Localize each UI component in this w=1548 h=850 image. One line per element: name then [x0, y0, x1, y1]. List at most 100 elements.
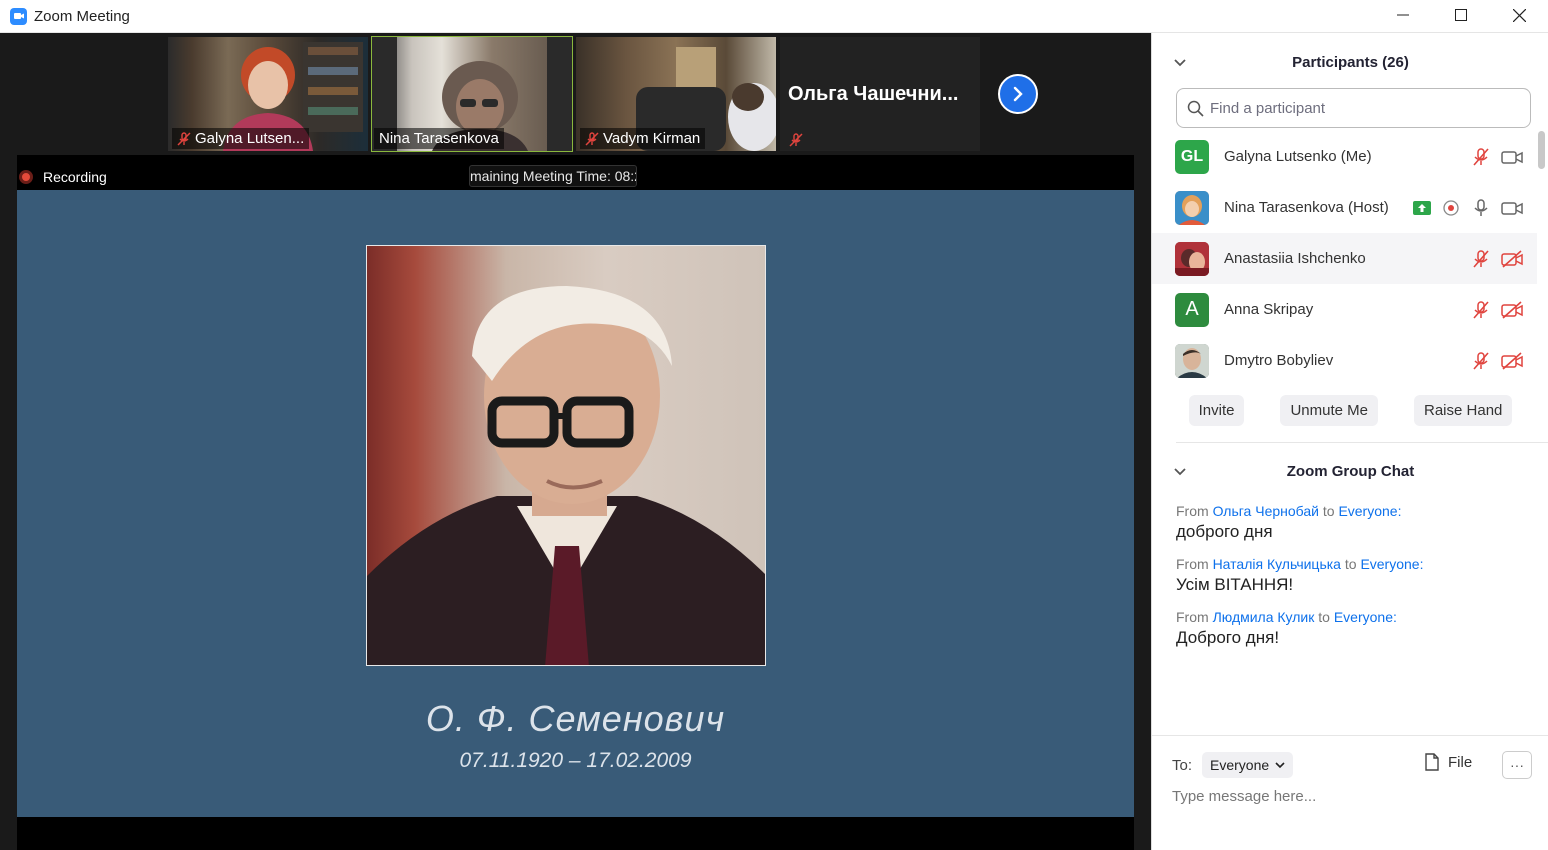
window-title: Zoom Meeting: [34, 7, 130, 25]
chat-title: Zoom Group Chat: [1286, 462, 1415, 480]
participants-header: Participants (26): [1152, 49, 1548, 75]
raise-hand-button[interactable]: Raise Hand: [1414, 395, 1513, 426]
remaining-time-label: maining Meeting Time: 08:23: [469, 165, 637, 187]
minimize-icon[interactable]: [1374, 0, 1432, 30]
mic-muted-icon: [585, 131, 599, 146]
unmute-me-button[interactable]: Unmute Me: [1280, 395, 1378, 426]
to-word: to: [1344, 556, 1357, 572]
avatar: A: [1175, 292, 1209, 327]
chat-input-divider: [1152, 735, 1548, 736]
thumbnail-name: Galyna Lutsen...: [195, 130, 305, 147]
mic-on-icon[interactable]: [1471, 198, 1491, 218]
recording-indicator[interactable]: Recording: [17, 169, 107, 185]
mic-muted-icon[interactable]: [1471, 351, 1491, 371]
chat-messages: From Ольга Чернобай to Everyone: доброго…: [1176, 503, 1536, 662]
chat-header: Zoom Group Chat: [1152, 458, 1548, 484]
message-meta: From Наталія Кульчицька to Everyone:: [1176, 556, 1536, 572]
video-thumbnail-no-video[interactable]: Ольга Чашечни...: [780, 37, 980, 151]
participant-name: Dmytro Bobyliev: [1224, 352, 1334, 369]
search-icon: [1187, 100, 1204, 117]
participants-title: Participants (26): [1292, 53, 1409, 71]
participant-list: GL Galyna Lutsenko (Me) Nina Tarasenkova…: [1152, 131, 1537, 386]
video-on-icon[interactable]: [1501, 147, 1523, 167]
video-off-icon[interactable]: [1501, 300, 1523, 320]
chat-message-input[interactable]: [1172, 788, 1532, 805]
chat-message: From Людмила Кулик to Everyone: Доброго …: [1176, 609, 1536, 648]
chevron-down-icon: [1275, 762, 1285, 769]
video-thumbnail[interactable]: Galyna Lutsen...: [168, 37, 368, 151]
mic-muted-icon[interactable]: [1471, 300, 1491, 320]
chat-message: From Наталія Кульчицька to Everyone: Усі…: [1176, 556, 1536, 595]
sender-link[interactable]: Людмила Кулик: [1213, 609, 1315, 625]
slide-title: О. Ф. Семенович: [425, 698, 726, 739]
avatar: [1175, 241, 1209, 276]
avatar: [1175, 343, 1209, 378]
from-word: From: [1176, 503, 1209, 519]
recording-icon: [1443, 199, 1459, 216]
mic-muted-icon[interactable]: [1471, 147, 1491, 167]
sender-link[interactable]: Наталія Кульчицька: [1213, 556, 1341, 572]
participant-row[interactable]: GL Galyna Lutsenko (Me): [1152, 131, 1537, 182]
recipient-select[interactable]: Everyone: [1202, 752, 1294, 778]
maximize-icon[interactable]: [1432, 0, 1490, 30]
participant-name-tag: Vadym Kirman: [580, 128, 706, 149]
recipient-link[interactable]: Everyone:: [1338, 503, 1401, 519]
participant-row[interactable]: A Anna Skripay: [1152, 284, 1537, 335]
file-icon: [1425, 753, 1439, 771]
video-off-icon[interactable]: [1501, 351, 1523, 371]
screen-share-area: Recording maining Meeting Time: 08:23 О.…: [17, 155, 1134, 850]
participant-row[interactable]: Nina Tarasenkova (Host): [1152, 182, 1537, 233]
recipient-link[interactable]: Everyone:: [1360, 556, 1423, 572]
message-text: Доброго дня!: [1176, 628, 1280, 647]
zoom-app-icon: [10, 7, 27, 25]
avatar: GL: [1175, 139, 1209, 174]
close-icon[interactable]: [1490, 0, 1548, 30]
participant-row[interactable]: Anastasiia Ishchenko: [1152, 233, 1537, 284]
invite-button[interactable]: Invite: [1188, 395, 1245, 426]
participant-name: Galyna Lutsenko (Me): [1224, 148, 1372, 165]
section-divider: [1176, 442, 1548, 443]
video-on-icon[interactable]: [1501, 198, 1523, 218]
collapse-chat-chevron-icon[interactable]: [1172, 463, 1188, 479]
from-word: From: [1176, 556, 1209, 572]
next-page-arrow-icon[interactable]: [998, 74, 1038, 114]
message-meta: From Ольга Чернобай to Everyone:: [1176, 503, 1536, 519]
video-thumbnail-active[interactable]: Nina Tarasenkova: [371, 36, 573, 152]
participant-name-tag: [784, 131, 808, 149]
portrait-photo: [366, 245, 766, 666]
presentation-slide: О. Ф. Семенович 07.11.1920 – 17.02.2009: [17, 190, 1134, 817]
message-meta: From Людмила Кулик to Everyone:: [1176, 609, 1536, 625]
mic-muted-icon: [177, 131, 191, 146]
file-button[interactable]: File: [1424, 753, 1472, 771]
to-label: To:: [1172, 756, 1193, 774]
chat-message: From Ольга Чернобай to Everyone: доброго…: [1176, 503, 1536, 542]
meeting-area: Galyna Lutsen... Nina Tarasenkova Vadym …: [0, 33, 1151, 850]
recipient-value: Everyone: [1210, 757, 1270, 773]
participant-actions: Invite Unmute Me Raise Hand: [1152, 395, 1548, 426]
participant-row[interactable]: Dmytro Bobyliev: [1152, 335, 1537, 386]
file-label: File: [1448, 753, 1473, 771]
more-options-button[interactable]: ···: [1502, 751, 1532, 779]
video-off-icon[interactable]: [1501, 249, 1523, 269]
thumbnail-name: Nina Tarasenkova: [379, 130, 499, 147]
recipient-link[interactable]: Everyone:: [1334, 609, 1397, 625]
participant-name: Anastasiia Ishchenko: [1224, 250, 1366, 267]
thumbnail-name: Vadym Kirman: [603, 130, 701, 147]
participant-name: Nina Tarasenkova (Host): [1224, 199, 1389, 216]
avatar: [1175, 190, 1209, 225]
recipient-row: To: Everyone File ···: [1172, 751, 1537, 779]
search-input[interactable]: [1210, 99, 1510, 117]
recording-dot-icon: [19, 170, 33, 184]
title-bar: Zoom Meeting: [0, 0, 1548, 33]
participant-search[interactable]: [1176, 88, 1531, 128]
participant-name-tag: Galyna Lutsen...: [172, 128, 310, 149]
video-thumbnail[interactable]: Vadym Kirman: [576, 37, 776, 151]
mic-muted-icon[interactable]: [1471, 249, 1491, 269]
thumbnail-name: Ольга Чашечни...: [788, 82, 959, 105]
participants-scrollbar[interactable]: [1538, 131, 1545, 169]
collapse-participants-chevron-icon[interactable]: [1172, 54, 1188, 70]
sender-link[interactable]: Ольга Чернобай: [1213, 503, 1319, 519]
from-word: From: [1176, 609, 1209, 625]
to-word: to: [1318, 609, 1330, 625]
message-text: доброго дня: [1176, 522, 1273, 541]
